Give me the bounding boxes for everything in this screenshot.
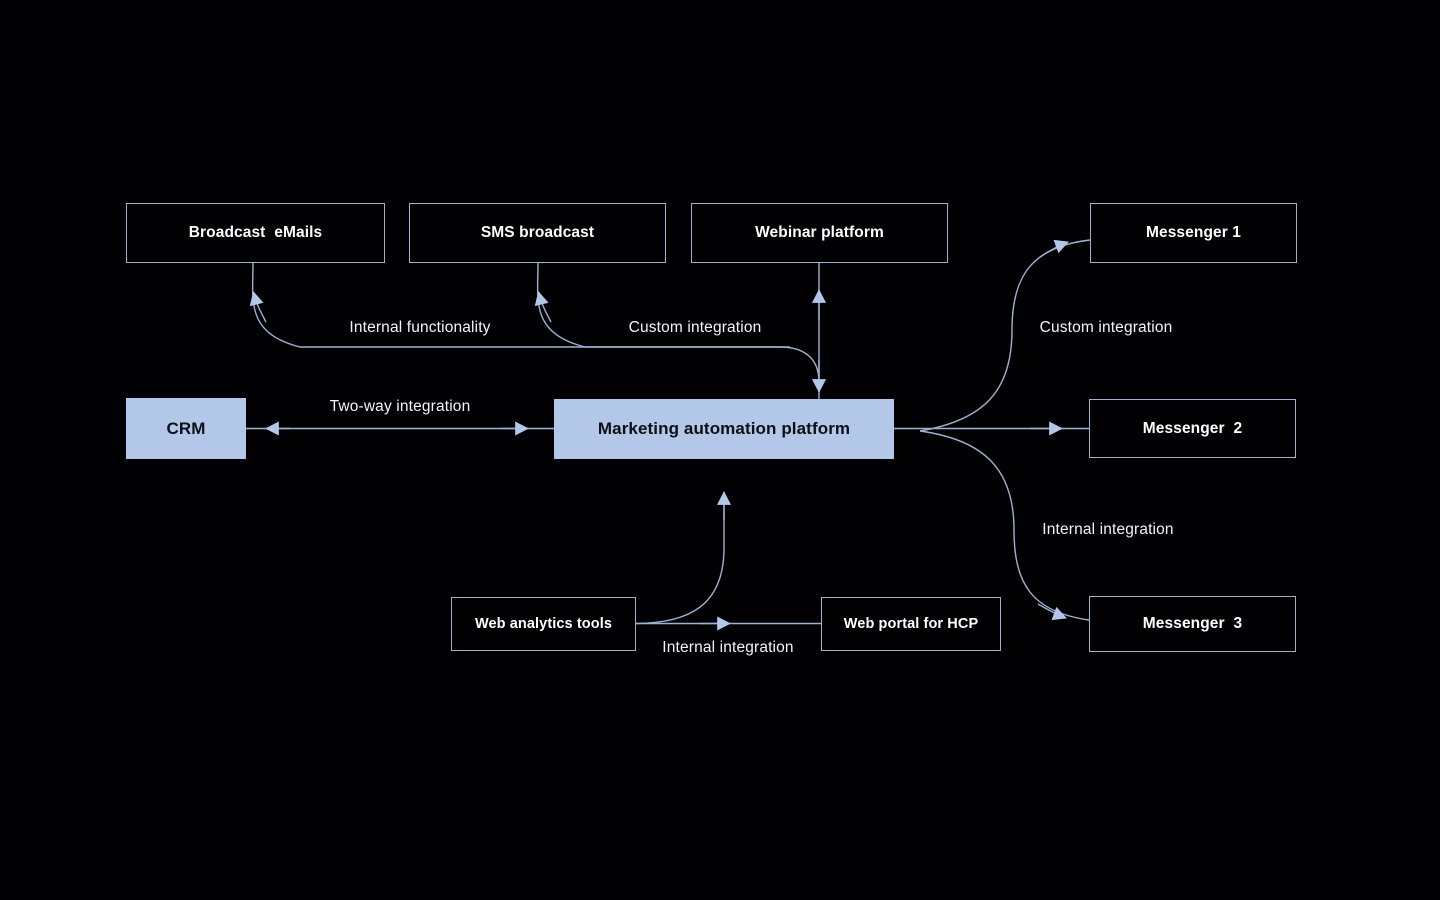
node-label: Broadcast eMails [188, 224, 323, 241]
node-label: Messenger 2 [1142, 419, 1243, 437]
edge-label-custom-integration-top: Custom integration [628, 319, 762, 336]
node-label: Messenger 1 [1145, 224, 1241, 241]
node-webinar-platform[interactable]: Webinar platform [691, 203, 948, 263]
node-broadcast-emails[interactable]: Broadcast eMails [126, 203, 385, 263]
node-messenger-3[interactable]: Messenger 3 [1089, 596, 1296, 652]
node-messenger-1[interactable]: Messenger 1 [1090, 203, 1297, 263]
node-crm[interactable]: CRM [126, 398, 246, 459]
node-sms-broadcast[interactable]: SMS broadcast [409, 203, 666, 263]
node-label: Webinar platform [755, 224, 884, 241]
node-label: SMS broadcast [480, 224, 595, 241]
edge-label-two-way-integration: Two-way integration [329, 398, 471, 415]
edge-label-internal-functionality: Internal functionality [349, 319, 491, 336]
edge-web-analytics-platform [635, 491, 732, 625]
node-label: Web portal for HCP [843, 616, 979, 632]
diagram-canvas: Broadcast eMails SMS broadcast Webinar p… [0, 0, 1440, 900]
edge-label-internal-integration-bottom: Internal integration [662, 639, 794, 656]
node-label: Marketing automation platform [597, 419, 851, 438]
node-web-analytics-tools[interactable]: Web analytics tools [451, 597, 636, 651]
node-web-portal-for-hcp[interactable]: Web portal for HCP [821, 597, 1001, 651]
node-label: Messenger 3 [1142, 615, 1243, 632]
node-label: Web analytics tools [474, 616, 612, 632]
node-marketing-automation-platform[interactable]: Marketing automation platform [554, 399, 894, 459]
node-messenger-2[interactable]: Messenger 2 [1089, 399, 1296, 458]
node-label: CRM [166, 418, 206, 438]
edge-label-custom-integration-right: Custom integration [1039, 319, 1173, 336]
edge-label-internal-integration-right: Internal integration [1042, 521, 1174, 538]
edge-trunk-down-to-platform [520, 346, 820, 383]
